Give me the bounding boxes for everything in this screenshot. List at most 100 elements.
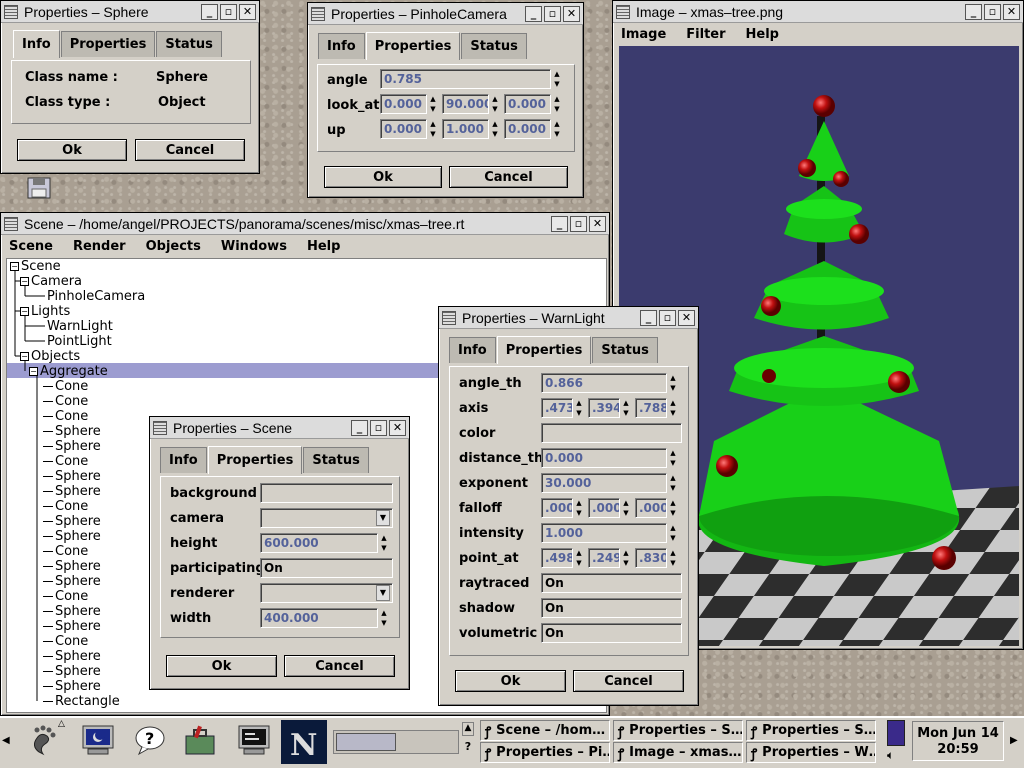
mixer-icon[interactable] — [887, 720, 905, 746]
menu-arrow-icon[interactable]: △ — [58, 719, 65, 729]
maximize-button[interactable]: ▫ — [370, 419, 387, 436]
tree-node-sphere[interactable]: Sphere — [43, 424, 101, 439]
task-properties-warnlight[interactable]: ꝭ Properties – W… — [746, 742, 876, 763]
tree-node-sphere[interactable]: Sphere — [43, 649, 101, 664]
task-properties-sphere[interactable]: ꝭ Properties – S… — [613, 720, 743, 741]
up-x-spinner[interactable]: ▲ ▼ — [428, 119, 438, 139]
tree-node-sphere[interactable]: Sphere — [43, 529, 101, 544]
look-at-y-spinner[interactable]: ▲ ▼ — [490, 94, 500, 114]
volume-speaker-icon[interactable]: 🔈︎ — [887, 748, 894, 763]
point-at-z-spinner[interactable]: ▲ ▼ — [668, 548, 678, 568]
menu-help[interactable]: Help — [307, 239, 340, 254]
window-menu-icon[interactable] — [616, 4, 630, 19]
tree-node-sphere[interactable]: Sphere — [43, 574, 101, 589]
window-menu-icon[interactable] — [311, 6, 325, 21]
tree-node-rectangle[interactable]: Rectangle — [43, 694, 120, 709]
netscape-icon[interactable]: N — [281, 720, 327, 764]
close-button[interactable]: ✕ — [563, 5, 580, 22]
menu-windows[interactable]: Windows — [221, 239, 287, 254]
minimize-button[interactable]: _ — [351, 419, 368, 436]
tree-node-cone[interactable]: Cone — [43, 454, 89, 469]
close-button[interactable]: ✕ — [239, 3, 256, 20]
width-field[interactable]: 400.000 — [260, 608, 378, 628]
chevron-down-icon[interactable]: ▼ — [376, 585, 390, 601]
falloff-z-field[interactable]: .000 — [635, 498, 667, 518]
desktop-pager[interactable] — [333, 730, 459, 754]
tree-node-scene[interactable]: − Scene — [10, 259, 61, 274]
tab-info[interactable]: Info — [318, 33, 365, 59]
tree-node-cone[interactable]: Cone — [43, 634, 89, 649]
scroll-right-arrow-icon[interactable]: ▶ — [1010, 735, 1018, 746]
angle-th-field[interactable]: 0.866 — [541, 373, 667, 393]
tree-node-sphere[interactable]: Sphere — [43, 559, 101, 574]
point-at-x-spinner[interactable]: ▲ ▼ — [574, 548, 584, 568]
background-field[interactable] — [260, 483, 393, 503]
maximize-button[interactable]: ▫ — [570, 215, 587, 232]
collapse-icon[interactable]: − — [29, 367, 38, 376]
look-at-x-field[interactable]: 0.000 — [380, 94, 427, 114]
look-at-y-field[interactable]: 90.000 — [442, 94, 489, 114]
close-button[interactable]: ✕ — [678, 309, 695, 326]
tree-node-sphere[interactable]: Sphere — [43, 439, 101, 454]
maximize-button[interactable]: ▫ — [659, 309, 676, 326]
task-properties-pinhole[interactable]: ꝭ Properties – Pi… — [480, 742, 610, 763]
tree-node-sphere[interactable]: Sphere — [43, 514, 101, 529]
intensity-field[interactable]: 1.000 — [541, 523, 667, 543]
axis-z-field[interactable]: .788 — [635, 398, 667, 418]
menu-render[interactable]: Render — [73, 239, 126, 254]
point-at-x-field[interactable]: .498 — [541, 548, 573, 568]
angle-th-spinner[interactable]: ▲ ▼ — [668, 373, 678, 393]
close-button[interactable]: ✕ — [589, 215, 606, 232]
tree-node-sphere[interactable]: Sphere — [43, 469, 101, 484]
collapse-icon[interactable]: − — [10, 262, 19, 271]
up-y-spinner[interactable]: ▲ ▼ — [490, 119, 500, 139]
tab-info[interactable]: Info — [160, 447, 207, 473]
minimize-button[interactable]: _ — [551, 215, 568, 232]
cancel-button[interactable]: Cancel — [573, 670, 684, 692]
cancel-button[interactable]: Cancel — [135, 139, 245, 161]
help-icon[interactable]: ? — [131, 721, 169, 759]
point-at-y-field[interactable]: .249 — [588, 548, 620, 568]
tab-properties[interactable]: Properties — [207, 446, 303, 474]
collapse-icon[interactable]: − — [20, 352, 29, 361]
window-menu-icon[interactable] — [4, 4, 18, 19]
tab-status[interactable]: Status — [156, 31, 222, 57]
cancel-button[interactable]: Cancel — [284, 655, 395, 677]
falloff-y-field[interactable]: .000 — [588, 498, 620, 518]
look-at-z-field[interactable]: 0.000 — [504, 94, 551, 114]
title-bar[interactable]: Properties – Sphere _ ▫ ✕ — [1, 1, 259, 23]
close-button[interactable]: ✕ — [389, 419, 406, 436]
tree-node-camera[interactable]: − Camera — [20, 274, 82, 289]
renderer-select[interactable] — [260, 583, 393, 603]
tab-status[interactable]: Status — [461, 33, 527, 59]
exponent-spinner[interactable]: ▲ ▼ — [668, 473, 678, 493]
task-properties-scene[interactable]: ꝭ Properties – S… — [746, 720, 876, 741]
window-menu-icon[interactable] — [4, 216, 18, 231]
up-y-field[interactable]: 1.000 — [442, 119, 489, 139]
look-at-z-spinner[interactable]: ▲ ▼ — [552, 94, 562, 114]
tree-node-pinholecamera[interactable]: PinholeCamera — [47, 289, 145, 304]
color-field[interactable] — [541, 423, 682, 443]
close-button[interactable]: ✕ — [1003, 3, 1020, 20]
volumetric-toggle[interactable]: On — [541, 623, 682, 643]
cancel-button[interactable]: Cancel — [449, 166, 568, 188]
task-scene[interactable]: ꝭ Scene – /hom… — [480, 720, 610, 741]
window-menu-icon[interactable] — [442, 310, 456, 325]
title-bar[interactable]: Properties – WarnLight _ ▫ ✕ — [439, 307, 698, 329]
height-field[interactable]: 600.000 — [260, 533, 378, 553]
axis-x-spinner[interactable]: ▲ ▼ — [574, 398, 584, 418]
clock[interactable]: Mon Jun 14 20:59 — [912, 721, 1004, 761]
tab-properties[interactable]: Properties — [365, 32, 461, 60]
angle-field[interactable]: 0.785 — [380, 69, 551, 89]
exponent-field[interactable]: 30.000 — [541, 473, 667, 493]
distance-th-spinner[interactable]: ▲ ▼ — [668, 448, 678, 468]
up-z-field[interactable]: 0.000 — [504, 119, 551, 139]
task-list-help-button[interactable]: ? — [462, 740, 474, 756]
up-x-field[interactable]: 0.000 — [380, 119, 427, 139]
distance-th-field[interactable]: 0.000 — [541, 448, 667, 468]
tree-node-cone[interactable]: Cone — [43, 499, 89, 514]
title-bar[interactable]: Properties – PinholeCamera _ ▫ ✕ — [308, 3, 583, 25]
tab-status[interactable]: Status — [303, 447, 369, 473]
ok-button[interactable]: Ok — [324, 166, 442, 188]
up-z-spinner[interactable]: ▲ ▼ — [552, 119, 562, 139]
